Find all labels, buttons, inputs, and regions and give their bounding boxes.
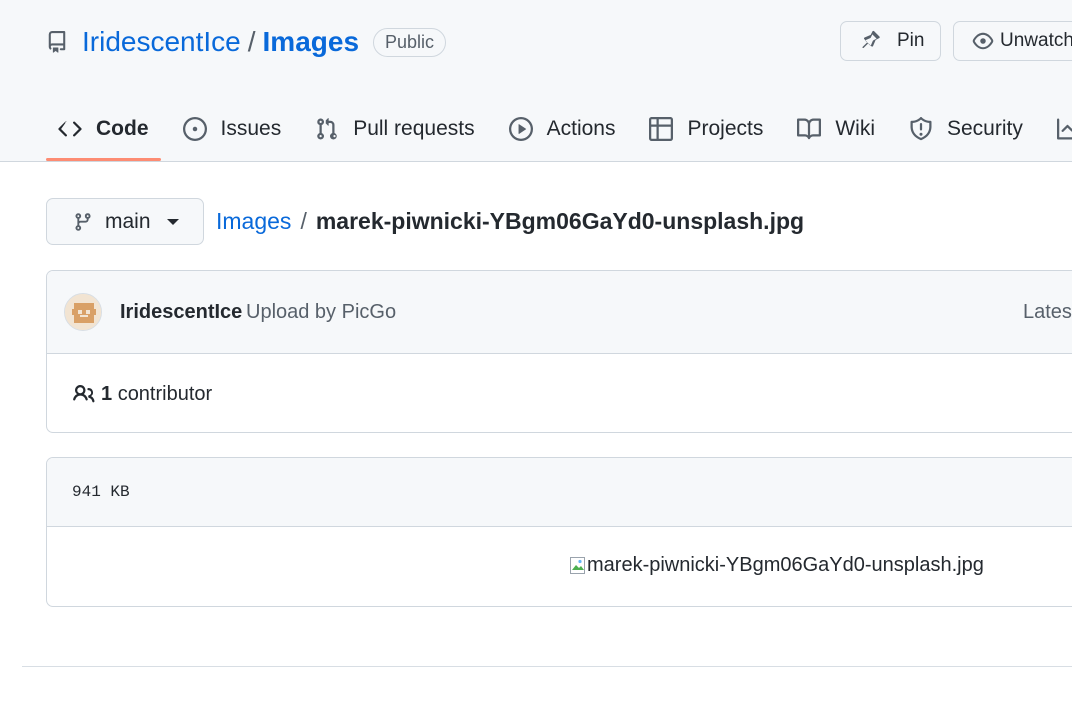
tab-actions[interactable]: Actions bbox=[497, 100, 628, 158]
file-view-box: 941 KB marek-piwnicki-YBgm06GaYd0-unspla… bbox=[46, 457, 1072, 607]
repo-name-link[interactable]: Images bbox=[263, 26, 360, 58]
contributors-link[interactable]: 1 contributor bbox=[101, 383, 212, 406]
file-body: marek-piwnicki-YBgm06GaYd0-unsplash.jpg bbox=[47, 527, 1072, 606]
shield-icon bbox=[909, 117, 933, 141]
tab-wiki[interactable]: Wiki bbox=[785, 100, 887, 158]
tab-projects[interactable]: Projects bbox=[637, 100, 775, 158]
breadcrumb: Images / marek-piwnicki-YBgm06GaYd0-unsp… bbox=[216, 208, 804, 235]
file-image[interactable]: marek-piwnicki-YBgm06GaYd0-unsplash.jpg bbox=[570, 554, 984, 577]
tab-security-label: Security bbox=[947, 117, 1023, 140]
tab-projects-label: Projects bbox=[687, 117, 764, 140]
repo-owner-link[interactable]: IridescentIce bbox=[82, 26, 241, 58]
latest-commit-label[interactable]: Latest bbox=[1023, 301, 1072, 324]
contributors-row: 1 contributor bbox=[47, 354, 1072, 432]
book-icon bbox=[797, 117, 822, 141]
breadcrumb-file-name: marek-piwnicki-YBgm06GaYd0-unsplash.jpg bbox=[315, 208, 805, 234]
commit-author-link[interactable]: IridescentIce bbox=[120, 301, 242, 324]
breadcrumb-repo-link[interactable]: Images bbox=[216, 208, 291, 235]
code-icon bbox=[58, 117, 82, 141]
people-icon bbox=[72, 382, 96, 406]
repo-tabs: Code Issues Pull requests Actions Projec… bbox=[46, 100, 1072, 161]
broken-image-icon bbox=[570, 556, 586, 575]
tab-actions-label: Actions bbox=[546, 117, 616, 140]
latest-commit-box: IridescentIce Upload by PicGo Latest 1 c… bbox=[46, 270, 1072, 433]
commit-message-link[interactable]: Upload by PicGo bbox=[246, 301, 396, 324]
file-image-alt-text: marek-piwnicki-YBgm06GaYd0-unsplash.jpg bbox=[587, 554, 984, 576]
branch-select-button[interactable]: main bbox=[46, 198, 204, 245]
tab-pull-requests-label: Pull requests bbox=[353, 117, 475, 140]
contributors-count: 1 bbox=[101, 383, 113, 405]
contributors-label: contributor bbox=[117, 383, 213, 405]
tab-pull-requests[interactable]: Pull requests bbox=[303, 100, 486, 158]
table-icon bbox=[649, 117, 674, 141]
play-icon bbox=[508, 117, 533, 141]
repo-header: IridescentIce / Images Public Pin Unwatc… bbox=[0, 0, 1072, 162]
file-header: 941 KB bbox=[47, 458, 1072, 527]
tab-issues-label: Issues bbox=[220, 117, 282, 140]
tab-code-label: Code bbox=[96, 117, 149, 140]
visibility-badge: Public bbox=[373, 27, 447, 57]
file-size: 941 KB bbox=[72, 483, 130, 501]
commit-header: IridescentIce Upload by PicGo Latest bbox=[47, 271, 1072, 354]
chevron-down-icon bbox=[166, 218, 179, 225]
issue-opened-icon bbox=[182, 117, 207, 141]
pin-label: Pin bbox=[897, 30, 925, 51]
git-pull-request-icon bbox=[315, 117, 339, 141]
repo-path-separator: / bbox=[247, 26, 256, 57]
graph-icon bbox=[1056, 117, 1072, 141]
repo-icon bbox=[46, 31, 68, 53]
repo-title: IridescentIce / Images Public bbox=[46, 24, 447, 60]
footer-divider bbox=[22, 666, 1072, 667]
git-branch-icon bbox=[73, 212, 93, 232]
tab-wiki-label: Wiki bbox=[835, 117, 875, 140]
tab-insights[interactable] bbox=[1045, 100, 1072, 158]
tab-issues[interactable]: Issues bbox=[171, 100, 294, 158]
tab-code[interactable]: Code bbox=[46, 100, 161, 161]
pin-icon bbox=[859, 30, 881, 52]
branch-name: main bbox=[105, 209, 151, 233]
unwatch-label: Unwatch bbox=[1000, 30, 1072, 51]
tab-security[interactable]: Security bbox=[897, 100, 1035, 158]
pin-button[interactable]: Pin bbox=[840, 21, 941, 61]
eye-icon bbox=[972, 30, 994, 52]
avatar[interactable] bbox=[64, 293, 102, 331]
unwatch-button[interactable]: Unwatch bbox=[953, 21, 1072, 61]
breadcrumb-separator: / bbox=[300, 208, 307, 234]
